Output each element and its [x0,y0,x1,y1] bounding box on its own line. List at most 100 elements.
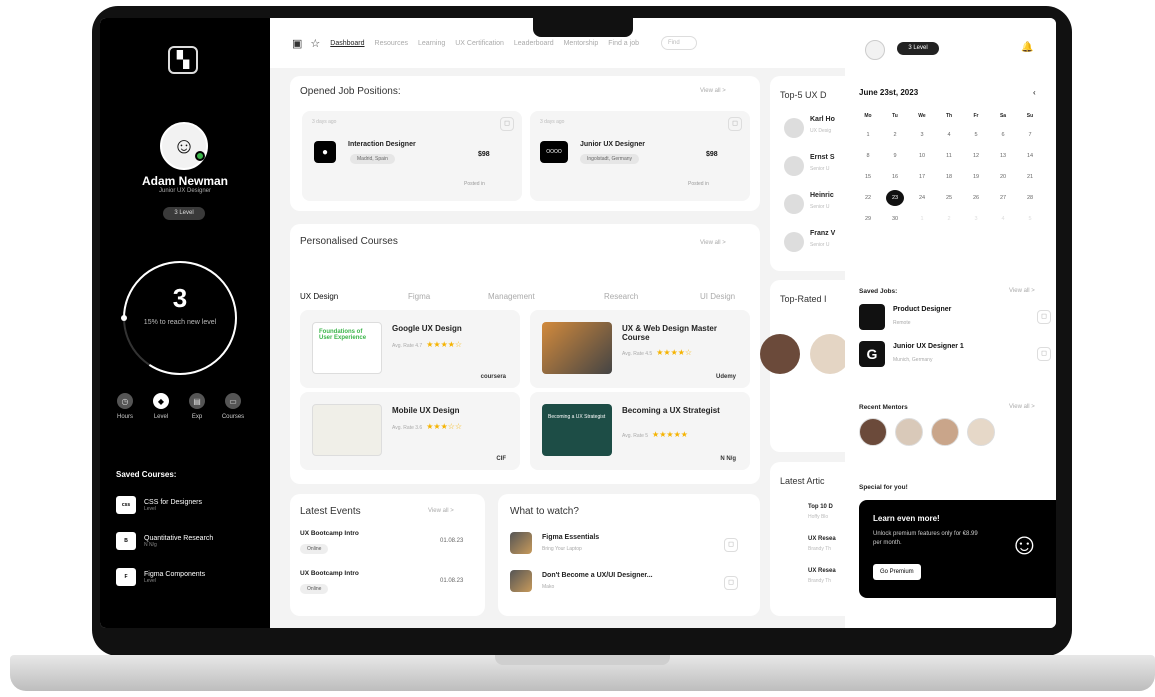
saved-jobs-view-all[interactable]: View all > [1009,288,1035,294]
nav-ux-certification[interactable]: UX Certification [455,40,504,47]
bookmark-icon[interactable]: ◻ [724,538,738,552]
job-card[interactable]: 3 days ago ◻ OOOO Junior UX Designer Ing… [530,111,750,201]
calendar-day[interactable]: 13 [994,148,1012,164]
nav-find-job[interactable]: Find a job [608,40,639,47]
calendar-day[interactable]: 25 [940,190,958,206]
calendar-day[interactable]: 2 [940,211,958,227]
nav-learning[interactable]: Learning [418,40,445,47]
nav-resources[interactable]: Resources [375,40,408,47]
bookmark-icon[interactable]: ◻ [728,117,742,131]
stat-hours[interactable]: ◷ Hours [108,393,142,420]
online-pill: Online [300,584,329,594]
tab-ui-design[interactable]: UI Design [700,292,735,301]
calendar-day[interactable]: 27 [994,190,1012,206]
calendar-day[interactable]: 3 [913,127,931,143]
mentor-avatar[interactable] [967,418,995,446]
audi-logo-icon: OOOO [540,141,568,163]
calendar-day[interactable]: 8 [859,148,877,164]
calendar-day[interactable]: 9 [886,148,904,164]
mentor-avatar[interactable] [895,418,923,446]
bell-icon[interactable]: 🔔 [1021,42,1033,53]
weekday-label: Th [945,113,953,119]
level-icon: ◆ [153,393,169,409]
jobs-view-all[interactable]: View all > [700,88,726,94]
mentors-view-all[interactable]: View all > [1009,404,1035,410]
calendar-day[interactable]: 1 [913,211,931,227]
course-card[interactable]: UX & Web Design Master Course Avg. Rate … [530,310,750,388]
tab-ux-design[interactable]: UX Design [300,292,338,301]
calendar-day[interactable]: 2 [886,127,904,143]
calendar-day[interactable]: 6 [994,127,1012,143]
tab-research[interactable]: Research [604,292,638,301]
nav-mentorship[interactable]: Mentorship [564,40,599,47]
calendar-day[interactable]: 4 [940,127,958,143]
stat-exp[interactable]: ▤ Exp [180,393,214,420]
bookmark-icon[interactable]: ◻ [724,576,738,590]
star-icon[interactable]: ☆ [310,37,320,50]
calendar-day[interactable]: 16 [886,169,904,185]
calendar-day[interactable]: 5 [1021,211,1039,227]
calendar-day[interactable]: 11 [940,148,958,164]
apple-logo-icon: ● [314,141,336,163]
calendar-day[interactable]: 15 [859,169,877,185]
nav-dashboard[interactable]: Dashboard [330,40,364,47]
courses-view-all[interactable]: View all > [700,240,726,246]
bookmark-icon[interactable]: ◻ [1037,310,1051,324]
calendar-day[interactable]: 12 [967,148,985,164]
calendar-day[interactable]: 10 [913,148,931,164]
events-view-all[interactable]: View all > [428,508,454,514]
calendar-day[interactable]: 7 [1021,127,1039,143]
saved-course-item[interactable]: css CSS for Designers Level [116,496,202,514]
course-card[interactable]: Mobile UX Design Avg. Rate 3.6 ★★★☆☆ CIF [300,392,520,470]
calendar-day[interactable]: 1 [859,127,877,143]
bookmark-icon[interactable]: ◻ [500,117,514,131]
css-icon: css [116,496,136,514]
course-card[interactable]: Foundations of User Experience Google UX… [300,310,520,388]
calendar-day[interactable]: 26 [967,190,985,206]
job-card[interactable]: 3 days ago ◻ ● Interaction Designer Madr… [302,111,522,201]
sidebar-toggle-icon[interactable]: ▣ [292,37,302,50]
calendar-day[interactable]: 23 [886,190,904,206]
courses-title: Personalised Courses [300,236,398,247]
calendar-day[interactable]: 14 [1021,148,1039,164]
calendar-day[interactable]: 28 [1021,190,1039,206]
calendar-day[interactable]: 29 [859,211,877,227]
calendar-day[interactable]: 4 [994,211,1012,227]
calendar-day[interactable]: 21 [1021,169,1039,185]
watch-card: What to watch? Figma Essentials Bring Yo… [498,494,760,616]
saved-jobs-title: Saved Jobs: [859,288,898,295]
premium-card: Learn even more! Unlock premium features… [859,500,1056,598]
book-icon: B [116,532,136,550]
avatar[interactable]: ☺ [160,122,208,170]
calendar-day[interactable]: 22 [859,190,877,206]
calendar-day[interactable]: 19 [967,169,985,185]
calendar-day[interactable]: 3 [967,211,985,227]
calendar-day[interactable]: 24 [913,190,931,206]
mentor-avatar[interactable] [859,418,887,446]
calendar-day[interactable]: 20 [994,169,1012,185]
tab-management[interactable]: Management [488,292,535,301]
calendar-day[interactable]: 5 [967,127,985,143]
netflix-logo-icon [859,304,885,330]
saved-course-item[interactable]: B Quantitative Research N N/g [116,532,213,550]
calendar-day[interactable]: 30 [886,211,904,227]
logo-icon[interactable]: ▚ [168,46,198,74]
saved-course-item[interactable]: F Figma Components Level [116,568,205,586]
avatar[interactable] [865,40,885,60]
provider-logo: Udemy [715,374,736,380]
bookmark-icon[interactable]: ◻ [1037,347,1051,361]
chevron-left-icon[interactable]: ‹ [1033,88,1036,97]
nav-leaderboard[interactable]: Leaderboard [514,40,554,47]
course-card[interactable]: Becoming a UX Strategist Becoming a UX S… [530,392,750,470]
level-badge: 3 Level [163,207,205,220]
mentor-avatar [760,334,800,374]
stat-level[interactable]: ◆ Level [144,393,178,420]
mentor-avatar[interactable] [931,418,959,446]
calendar-day[interactable]: 17 [913,169,931,185]
search-input[interactable]: Find [660,36,697,50]
stat-courses[interactable]: ▭ Courses [216,393,250,420]
level-number: 3 [172,283,188,313]
tab-figma[interactable]: Figma [408,292,430,301]
calendar-day[interactable]: 18 [940,169,958,185]
go-premium-button[interactable]: Go Premium [873,564,921,580]
